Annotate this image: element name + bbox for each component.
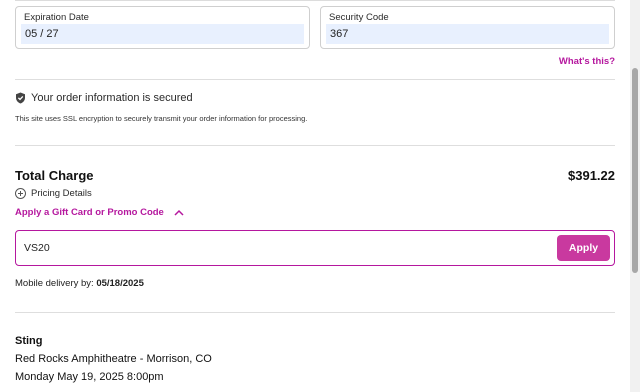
secure-description: This site uses SSL encryption to securel…	[15, 114, 308, 123]
divider	[15, 312, 615, 313]
expiration-date-input[interactable]	[21, 24, 304, 44]
promo-code-input[interactable]	[24, 239, 424, 257]
checkout-content: Expiration Date Security Code What's thi…	[0, 0, 630, 392]
event-title: Sting	[15, 335, 43, 347]
event-venue: Red Rocks Amphitheatre - Morrison, CO	[15, 353, 212, 365]
shield-icon	[16, 92, 25, 104]
delivery-label: Mobile delivery by:	[15, 278, 94, 289]
security-code-field[interactable]: Security Code	[320, 6, 615, 49]
promo-code-toggle[interactable]: Apply a Gift Card or Promo Code	[15, 207, 184, 218]
top-divider	[15, 0, 615, 1]
pricing-details-toggle[interactable]: Pricing Details	[15, 188, 92, 199]
scrollbar-thumb[interactable]	[632, 68, 638, 273]
total-charge-label: Total Charge	[15, 168, 94, 183]
security-code-label: Security Code	[329, 12, 389, 23]
plus-circle-icon	[15, 188, 26, 199]
event-date: Monday May 19, 2025 8:00pm	[15, 371, 164, 383]
mobile-delivery-info: Mobile delivery by: 05/18/2025	[15, 278, 144, 289]
secure-notice: Your order information is secured	[15, 92, 193, 104]
apply-button[interactable]: Apply	[557, 235, 610, 261]
total-charge-amount: $391.22	[568, 168, 615, 183]
promo-code-box: Apply	[15, 230, 615, 266]
delivery-date: 05/18/2025	[96, 278, 144, 289]
expiration-date-field[interactable]: Expiration Date	[15, 6, 310, 49]
divider	[15, 79, 615, 80]
expiration-date-label: Expiration Date	[24, 12, 89, 23]
chevron-up-icon	[174, 209, 184, 216]
whats-this-link[interactable]: What's this?	[559, 56, 615, 67]
promo-toggle-label: Apply a Gift Card or Promo Code	[15, 207, 164, 218]
security-code-input[interactable]	[326, 24, 609, 44]
secure-title: Your order information is secured	[31, 92, 193, 104]
divider	[15, 145, 615, 146]
page-scrollbar[interactable]	[630, 0, 640, 392]
pricing-details-label: Pricing Details	[31, 188, 92, 199]
